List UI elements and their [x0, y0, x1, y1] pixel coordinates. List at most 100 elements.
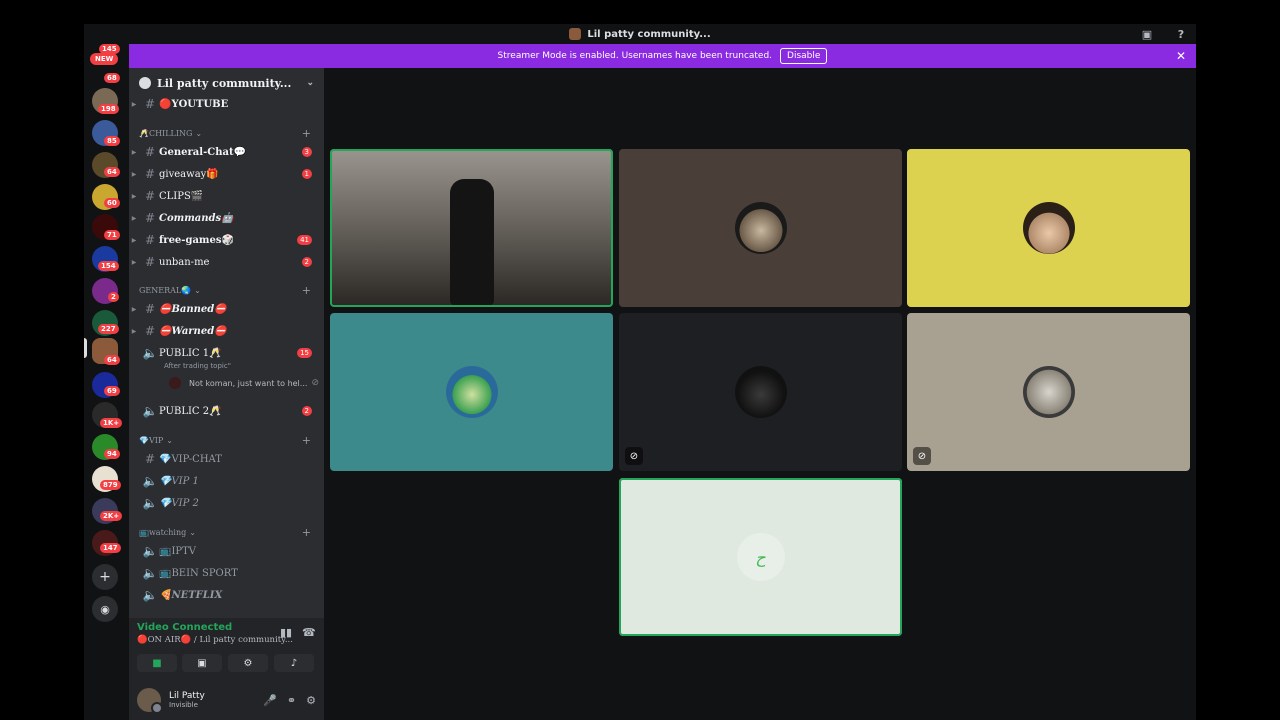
voice-channel-vip1[interactable]: 🔈 💎VIP 1 [129, 471, 324, 491]
video-tile-camera[interactable] [330, 149, 613, 307]
gear-icon[interactable]: ⚙ [306, 694, 316, 707]
channel-name: 📺BEIN SPORT [159, 567, 238, 579]
muted-icon: ⊘ [625, 447, 643, 465]
avatar [445, 366, 498, 418]
unread-badge: 68 [104, 73, 120, 83]
speaker-icon: 🔈 [142, 566, 158, 580]
voice-channel-iptv[interactable]: 🔈 📺IPTV [129, 541, 324, 561]
disconnect-icon[interactable]: ☎ [302, 626, 316, 639]
channel-unban-me[interactable]: ▶ # unban-me 2 [129, 252, 324, 272]
mention-count: 3 [301, 147, 312, 157]
unread-badge: 147 [100, 543, 121, 553]
explore-icon[interactable]: ◉ [92, 596, 118, 622]
noise-suppression-icon[interactable]: ▮▮ [280, 626, 292, 639]
close-icon[interactable]: ✕ [1176, 49, 1186, 63]
help-icon[interactable]: ? [1174, 27, 1188, 41]
category-watching[interactable]: 📺watching ⌄ + [139, 525, 319, 539]
video-tile[interactable]: ⊘ [907, 313, 1190, 471]
voice-channel-link[interactable]: 🔴ON AIR🔴 / Lil patty community... [137, 635, 293, 645]
speaker-icon: 🔈 [142, 346, 158, 360]
unread-badge: 64 [104, 355, 120, 365]
soundboard-button[interactable]: ♪ [274, 654, 314, 672]
expand-icon: ▶ [131, 214, 137, 222]
add-server-icon[interactable]: + [92, 564, 118, 590]
video-tile[interactable] [619, 149, 902, 307]
avatar [1022, 366, 1075, 418]
channel-name: 🔴YOUTUBE [159, 98, 229, 110]
channel-youtube[interactable]: ▶ # 🔴YOUTUBE [129, 94, 324, 114]
avatar: ح [736, 533, 785, 581]
camera-button[interactable]: ■ [137, 654, 177, 672]
voice-channel-bein[interactable]: 🔈 📺BEIN SPORT [129, 563, 324, 583]
channel-free-games[interactable]: ▶ # free-games🎲 41 [129, 230, 324, 250]
expand-icon: ▶ [131, 148, 137, 156]
channel-general-chat[interactable]: ▶ # General-Chat💬 3 [129, 142, 324, 162]
speaker-icon: 🔈 [142, 404, 158, 418]
add-channel-icon[interactable]: + [302, 434, 311, 447]
headphones-icon[interactable]: ⚭ [287, 694, 296, 707]
voice-status[interactable]: Video Connected [137, 622, 232, 633]
muted-icon: ⊘ [913, 447, 931, 465]
channel-commands[interactable]: ▶ # Commands🤖 [129, 208, 324, 228]
voice-channel-public2[interactable]: 🔈 PUBLIC 2🥂 2 [129, 401, 324, 421]
channel-name: 📺IPTV [159, 545, 197, 557]
avatar[interactable] [137, 688, 163, 714]
chevron-down-icon: ⌄ [166, 435, 173, 445]
video-tile[interactable] [907, 149, 1190, 307]
channel-banned[interactable]: ▶ # ⛔Banned⛔ [129, 299, 324, 319]
speaker-locked-icon: 🔈 [142, 496, 158, 510]
channel-name: unban-me [159, 256, 210, 268]
expand-icon: ▶ [131, 258, 137, 266]
mention-count: 1 [301, 169, 312, 179]
channel-warned[interactable]: ▶ # ⛔Warned⛔ [129, 321, 324, 341]
user-info[interactable]: Lil Patty Invisible [161, 691, 205, 709]
voice-channel-public1[interactable]: 🔈 PUBLIC 1🥂 15 [129, 343, 324, 363]
voice-channel-vip2[interactable]: 🔈 💎VIP 2 [129, 493, 324, 513]
channel-vip-chat[interactable]: # 💎VIP-CHAT [129, 449, 324, 469]
voice-channel-netflix[interactable]: 🔈 🍕NETFLIX [129, 585, 324, 605]
microphone-icon[interactable]: 🎤 [263, 694, 277, 707]
server-icon [569, 28, 582, 40]
disable-streamer-button[interactable]: Disable [780, 48, 828, 64]
add-channel-icon[interactable]: + [302, 127, 311, 140]
user-panel: Lil Patty Invisible 🎤 ⚭ ⚙ [129, 680, 324, 720]
category-general[interactable]: GENERAL🌏 ⌄ + [139, 283, 319, 297]
channel-clips[interactable]: ▶ # CLIPS🎬 [129, 186, 324, 206]
video-tile[interactable] [330, 313, 613, 471]
text-channel-icon: # [144, 324, 156, 338]
text-channel-icon: # [144, 302, 156, 316]
channel-name: PUBLIC 1🥂 [159, 347, 222, 359]
server-rail: 145 NEW 198 68 85 64 60 71 154 2 227 64 … [84, 44, 129, 720]
channel-giveaway[interactable]: ▶ # giveaway🎁 1 [129, 164, 324, 184]
mention-count: 15 [297, 348, 312, 358]
chevron-down-icon: ⌄ [194, 285, 201, 295]
expand-icon: ▶ [131, 170, 137, 178]
category-name: 📺watching [139, 527, 187, 537]
add-channel-icon[interactable]: + [302, 284, 311, 297]
expand-icon: ▶ [131, 192, 137, 200]
activity-button[interactable]: ⚙ [228, 654, 268, 672]
video-tile[interactable]: ح [619, 478, 902, 636]
category-chilling[interactable]: 🥂CHILLING ⌄ + [139, 126, 319, 140]
title-bar: Lil patty community... ▣ ? [84, 24, 1196, 44]
screen-share-button[interactable]: ▣ [182, 654, 222, 672]
add-channel-icon[interactable]: + [302, 526, 311, 539]
avatar [734, 366, 787, 418]
video-tile[interactable]: ⊘ [619, 313, 902, 471]
channel-name: 💎VIP 1 [159, 475, 199, 487]
unread-badge: 2 [108, 292, 119, 302]
voice-member[interactable]: Not koman, just want to hel... ⊘ [169, 375, 319, 391]
channel-name: 💎VIP-CHAT [159, 453, 222, 465]
text-channel-icon: # [144, 167, 156, 181]
discord-window: Lil patty community... ▣ ? Streamer Mode… [84, 24, 1196, 720]
inbox-icon[interactable]: ▣ [1140, 27, 1154, 41]
text-channel-icon: # [144, 233, 156, 247]
titlebar-actions: ▣ ? [1140, 27, 1188, 41]
muted-icon: ⊘ [311, 378, 319, 388]
channel-name: free-games🎲 [159, 234, 234, 246]
banner-text: Streamer Mode is enabled. Usernames have… [497, 51, 773, 61]
unread-badge: 879 [100, 480, 121, 490]
category-vip[interactable]: 💎VIP ⌄ + [139, 433, 319, 447]
new-badge[interactable]: NEW [90, 53, 119, 65]
unread-badge: 60 [104, 198, 120, 208]
